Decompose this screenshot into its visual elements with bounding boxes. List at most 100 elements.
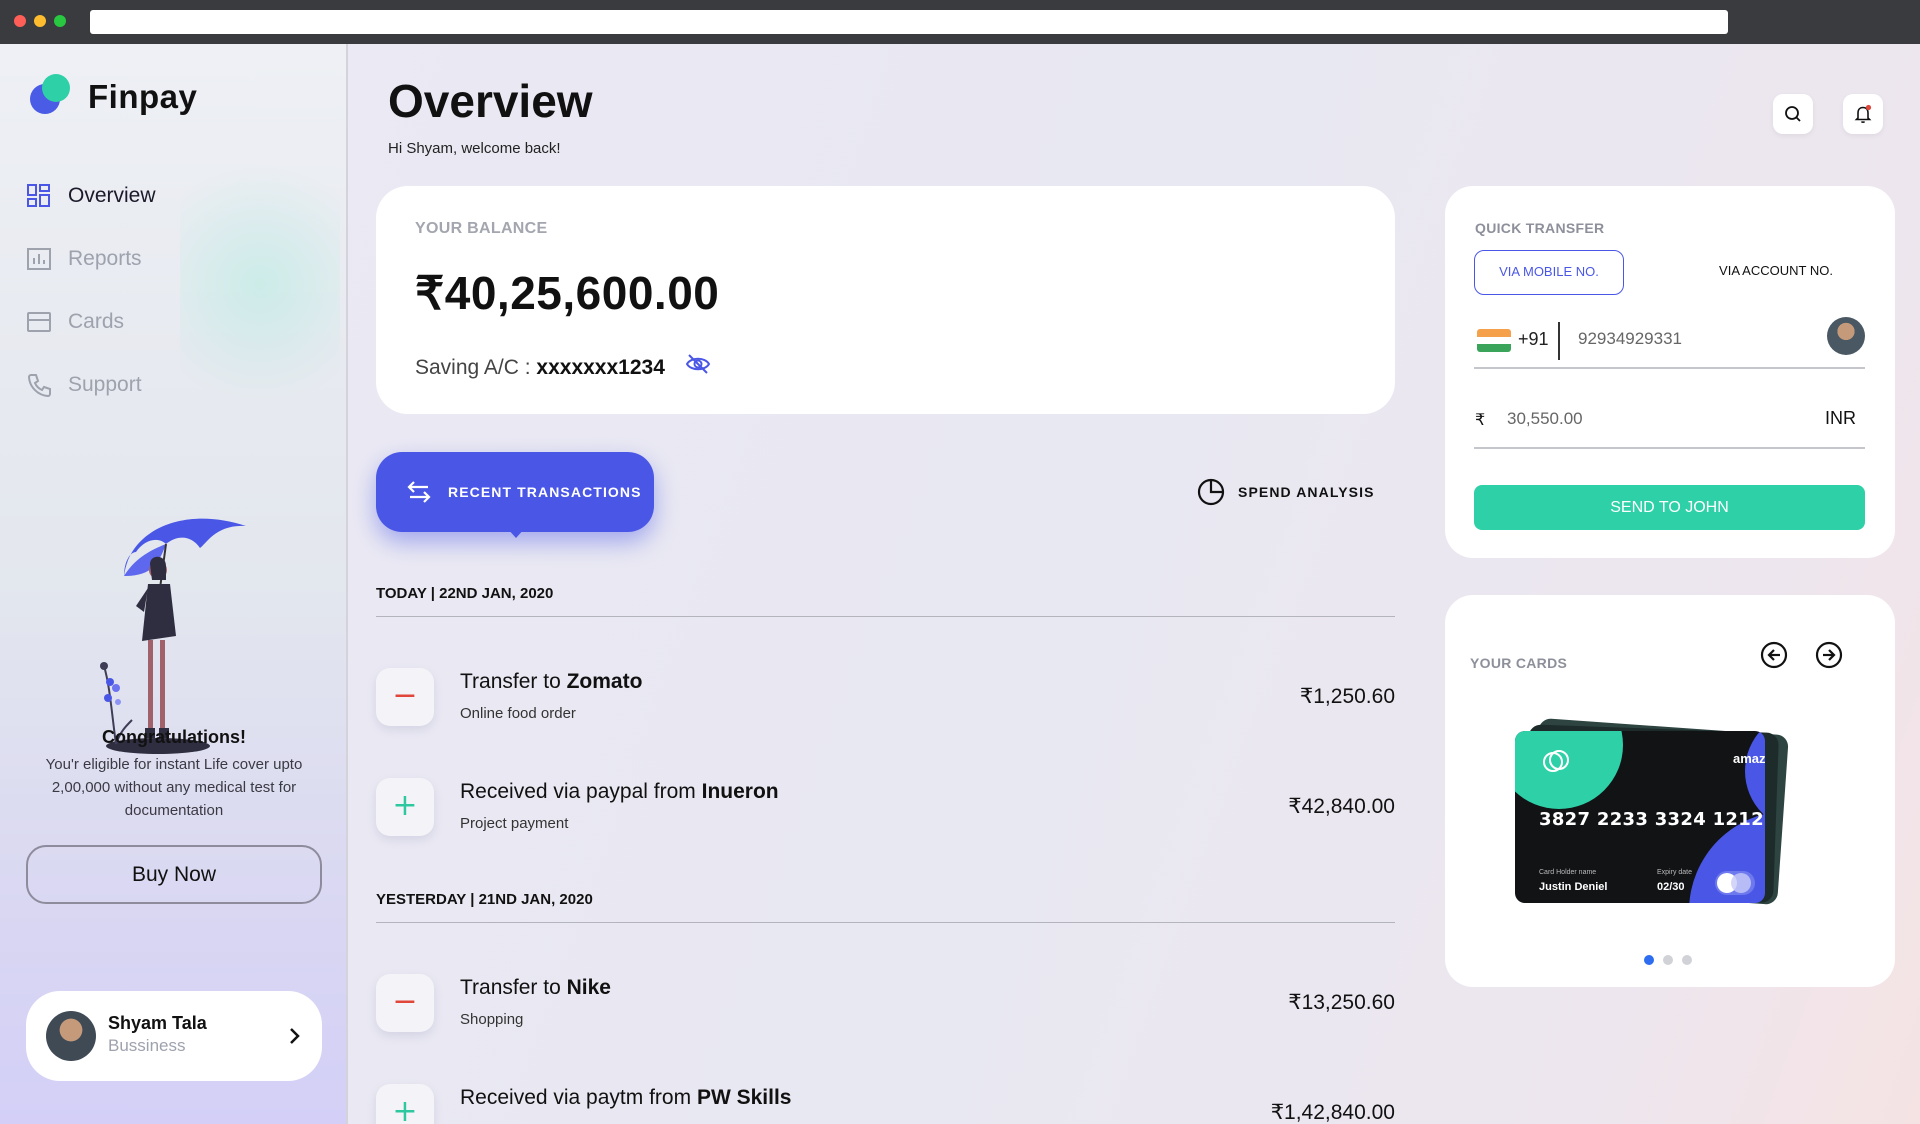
arrow-right-icon[interactable] — [1814, 640, 1844, 670]
transaction-party: PW Skills — [696, 1086, 792, 1109]
transaction-note: Project payment — [460, 815, 569, 832]
transaction-row: + Received via paypal from Inueron Proje… — [376, 778, 1395, 842]
chart-icon — [27, 248, 51, 270]
close-window-dot[interactable] — [14, 15, 26, 27]
tab-spend-analysis[interactable]: SPEND ANALYSIS — [1196, 476, 1375, 508]
card-expiry: 02/30 — [1657, 881, 1685, 893]
india-flag-icon[interactable] — [1477, 329, 1511, 352]
country-code[interactable]: +91 — [1518, 329, 1549, 350]
sidebar-item-label: Overview — [68, 184, 156, 207]
input-underline — [1474, 447, 1865, 449]
bell-icon — [1854, 104, 1872, 124]
account-number: xxxxxxx1234 — [536, 356, 665, 379]
card-chip-icon — [1543, 750, 1569, 772]
sidebar-item-label: Cards — [68, 310, 125, 333]
address-bar[interactable] — [90, 10, 1728, 34]
app: Finpay Overview Reports Cards Support Co… — [0, 44, 1920, 1124]
promo-text: You'r eligible for instant Life cover up… — [45, 756, 303, 819]
page-title: Overview — [388, 75, 593, 127]
transaction-row: − Transfer to Zomato Online food order ₹… — [376, 668, 1395, 732]
transaction-row: + Received via paytm from PW Skills ₹1,4… — [376, 1084, 1395, 1124]
divider — [376, 616, 1395, 617]
pie-chart-icon — [1197, 478, 1225, 506]
pager-dot[interactable] — [1682, 955, 1692, 965]
account-info: Saving A/C : xxxxxxx1234 — [415, 356, 665, 380]
card-holder-name: Justin Deniel — [1539, 881, 1608, 893]
tab-label: RECENT TRANSACTIONS — [448, 484, 642, 500]
pager-dot[interactable] — [1663, 955, 1673, 965]
sidebar-item-support[interactable]: Support — [26, 371, 156, 399]
balance-label: YOUR BALANCE — [415, 220, 548, 237]
plus-icon: + — [392, 788, 418, 823]
rupee-icon: ₹ — [1475, 410, 1486, 429]
transaction-title: Received via paytm from PW Skills — [460, 1086, 792, 1109]
sidebar-nav: Overview Reports Cards Support — [26, 182, 156, 434]
card-number: 3827 2233 3324 1212 — [1539, 809, 1764, 830]
avatar — [46, 1011, 96, 1061]
phone-input[interactable] — [1578, 324, 1798, 354]
tab-via-account[interactable]: VIA ACCOUNT NO. — [1701, 250, 1851, 295]
sidebar-item-label: Support — [68, 373, 142, 396]
plus-icon: + — [392, 1094, 418, 1124]
transaction-amount: ₹13,250.60 — [1288, 991, 1395, 1014]
tab-recent-transactions[interactable]: RECENT TRANSACTIONS — [376, 452, 654, 538]
profile-name: Shyam Tala — [108, 1013, 207, 1033]
contact-avatar[interactable] — [1827, 317, 1865, 355]
buy-now-button[interactable]: Buy Now — [26, 845, 322, 904]
date-header: YESTERDAY | 21ND JAN, 2020 — [376, 891, 593, 908]
transaction-note: Shopping — [460, 1011, 524, 1028]
quick-transfer-label: QUICK TRANSFER — [1475, 220, 1605, 236]
transaction-amount: ₹1,42,840.00 — [1270, 1101, 1395, 1124]
card-holder-label: Card Holder name — [1539, 869, 1597, 876]
account-prefix: Saving A/C : — [415, 356, 531, 379]
welcome-text: Hi Shyam, welcome back! — [388, 140, 561, 157]
pager-dot[interactable] — [1644, 955, 1654, 965]
transaction-amount: ₹1,250.60 — [1299, 685, 1395, 708]
minus-icon: − — [392, 678, 418, 713]
transaction-title: Transfer to Nike — [460, 976, 611, 999]
send-button[interactable]: SEND TO JOHN — [1474, 485, 1865, 530]
hide-balance-icon[interactable] — [684, 350, 712, 378]
minimize-window-dot[interactable] — [34, 15, 46, 27]
debit-button[interactable]: − — [376, 668, 434, 726]
date-header: TODAY | 22ND JAN, 2020 — [376, 585, 554, 602]
your-cards-label: YOUR CARDS — [1470, 655, 1568, 671]
balance-amount: ₹40,25,600.00 — [415, 267, 720, 319]
chevron-right-icon[interactable] — [280, 1022, 308, 1050]
card-brand: amazon — [1733, 751, 1765, 766]
search-button[interactable] — [1773, 94, 1813, 134]
card-network-icon — [1715, 871, 1755, 895]
quick-transfer-card: QUICK TRANSFER VIA MOBILE NO. VIA ACCOUN… — [1445, 186, 1895, 558]
amount-input[interactable] — [1507, 404, 1757, 434]
tab-label: SPEND ANALYSIS — [1238, 484, 1375, 500]
sidebar-item-overview[interactable]: Overview — [26, 182, 156, 210]
transaction-party: Zomato — [566, 670, 643, 693]
sidebar-item-label: Reports — [68, 247, 142, 270]
sidebar-item-cards[interactable]: Cards — [26, 308, 156, 336]
your-cards-panel: YOUR CARDS amazon 3827 2233 3324 1212 Ca… — [1445, 595, 1895, 987]
maximize-window-dot[interactable] — [54, 15, 66, 27]
arrow-left-icon[interactable] — [1759, 640, 1789, 670]
credit-button[interactable]: + — [376, 1084, 434, 1124]
transaction-title: Received via paypal from Inueron — [460, 780, 779, 803]
transaction-row: − Transfer to Nike Shopping ₹13,250.60 — [376, 974, 1395, 1038]
input-underline — [1474, 367, 1865, 369]
card-pager — [1644, 955, 1692, 965]
transaction-amount: ₹42,840.00 — [1288, 795, 1395, 818]
search-icon — [1785, 106, 1801, 122]
umbrella-woman-illustration — [100, 518, 246, 754]
minus-icon: − — [392, 984, 418, 1019]
credit-button[interactable]: + — [376, 778, 434, 836]
payment-card[interactable]: amazon 3827 2233 3324 1212 Card Holder n… — [1515, 731, 1765, 903]
profile-card[interactable]: Shyam Tala Bussiness — [26, 991, 322, 1081]
swap-arrows-icon — [407, 481, 431, 503]
sidebar-item-reports[interactable]: Reports — [26, 245, 156, 273]
phone-icon — [27, 374, 51, 398]
currency-select[interactable]: INR — [1825, 408, 1856, 429]
notifications-button[interactable] — [1843, 94, 1883, 134]
tab-via-mobile[interactable]: VIA MOBILE NO. — [1474, 250, 1624, 295]
transaction-title: Transfer to Zomato — [460, 670, 643, 693]
debit-button[interactable]: − — [376, 974, 434, 1032]
separator — [1558, 322, 1560, 360]
transaction-party: Nike — [566, 976, 611, 999]
